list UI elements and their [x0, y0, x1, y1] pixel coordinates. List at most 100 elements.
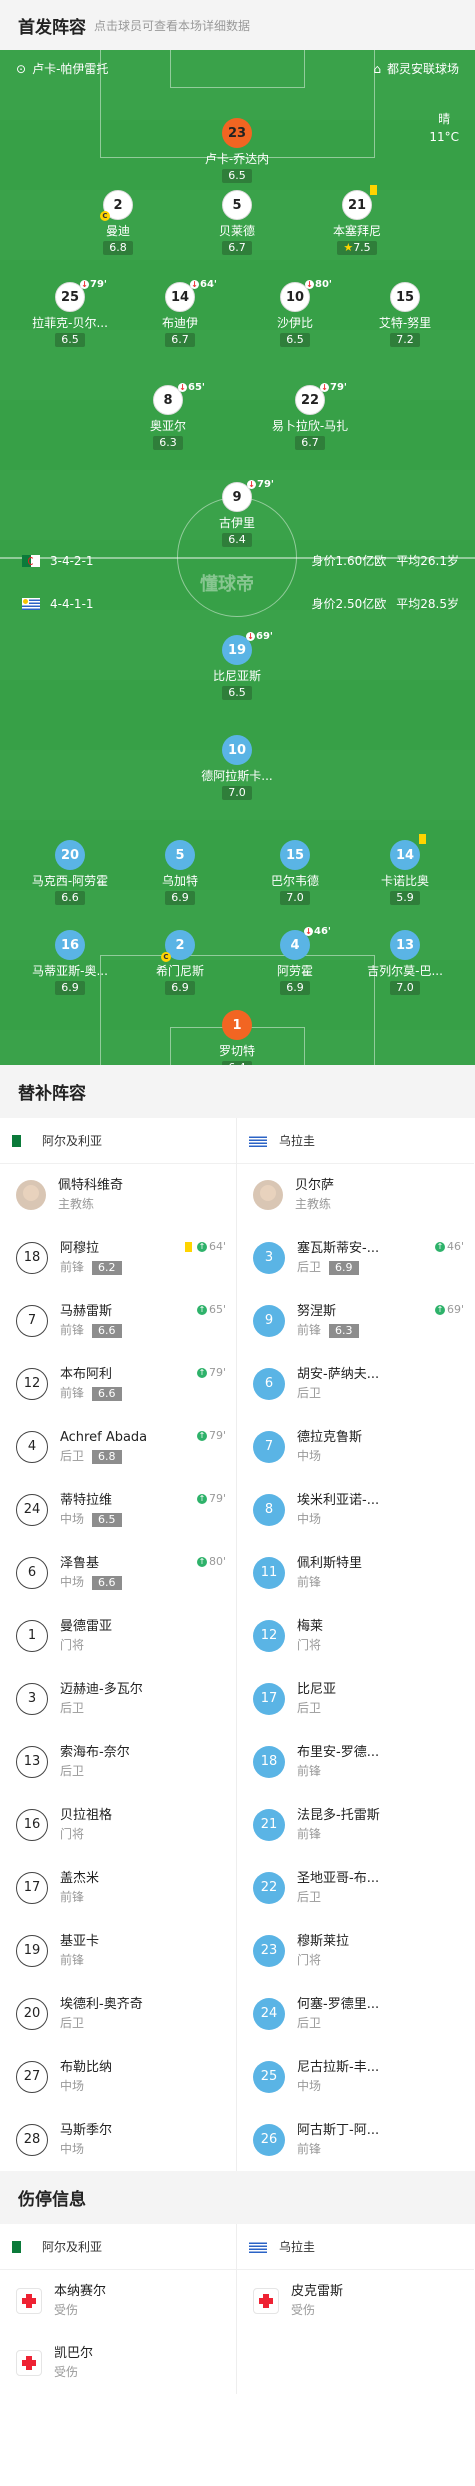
sub-name: 穆斯莱拉	[297, 1933, 350, 1949]
sub-player-row[interactable]: 26 阿古斯丁-阿... 前锋	[237, 2108, 474, 2171]
sub-player-row[interactable]: 6 泽鲁基 中场 6.6 ↑ 80'	[0, 1541, 236, 1604]
player-home[interactable]: 14 ↓ 64' 布迪伊 6.7	[135, 279, 225, 347]
sub-player-row[interactable]: 23 穆斯莱拉 门将	[237, 1919, 474, 1982]
sub-name: 何塞-罗德里...	[297, 1996, 380, 2012]
sub-player-row[interactable]: 21 法昆多-托雷斯 前锋	[237, 1793, 474, 1856]
player-away[interactable]: 14 卡诺比奥 5.9	[360, 834, 450, 905]
away-coach[interactable]: 贝尔萨 主教练	[237, 1164, 474, 1226]
sub-player-row[interactable]: 25 尼古拉斯-丰... 中场	[237, 2045, 474, 2108]
sub-position: 后卫	[297, 1699, 336, 1717]
player-home[interactable]: 21 本塞拜尼 ★7.5	[312, 185, 402, 255]
sub-player-row[interactable]: 18 阿穆拉 前锋 6.2 ↑ 64'	[0, 1226, 236, 1289]
sub-player-row[interactable]: 3 塞瓦斯蒂安-... 后卫 6.9 ↑ 46'	[237, 1226, 474, 1289]
sub-player-row[interactable]: 22 圣地亚哥-布... 后卫	[237, 1856, 474, 1919]
sub-player-row[interactable]: 4 Achref Abada 后卫 6.8 ↑ 79'	[0, 1415, 236, 1478]
position-text: 后卫	[297, 1889, 322, 1904]
sub-player-row[interactable]: 18 布里安-罗德... 前锋	[237, 1730, 474, 1793]
player-rating: 5.9	[390, 891, 420, 905]
player-home[interactable]: 2 C 曼迪 6.8	[73, 190, 163, 255]
player-name: 古伊里	[218, 516, 255, 530]
player-away[interactable]: 15 巴尔韦德 7.0	[250, 840, 340, 905]
player-home[interactable]: 8 ↓ 65' 奥亚尔 6.3	[123, 382, 213, 450]
sub-player-row[interactable]: 28 马斯季尔 中场	[0, 2108, 236, 2171]
sub-player-row[interactable]: 24 蒂特拉维 中场 6.5 ↑ 79'	[0, 1478, 236, 1541]
sub-minute: 64'	[200, 279, 217, 290]
sub-player-row[interactable]: 7 德拉克鲁斯 中场	[237, 1415, 474, 1478]
sub-position: 后卫	[60, 2014, 143, 2032]
player-away[interactable]: 2 C 希门尼斯 6.9	[135, 930, 225, 995]
player-number-text: 2	[175, 937, 185, 953]
rating-value: 6.7	[228, 241, 246, 254]
player-away[interactable]: 10 德阿拉斯卡... 7.0	[192, 735, 282, 800]
sub-minute: 79'	[257, 479, 274, 490]
player-rating: 7.0	[390, 981, 420, 995]
player-name: 吉列尔莫-巴...	[367, 964, 443, 978]
sub-player-row[interactable]: 7 马赫雷斯 前锋 6.6 ↑ 65'	[0, 1289, 236, 1352]
sub-player-row[interactable]: 20 埃德利-奥齐奇 后卫	[0, 1982, 236, 2045]
player-home[interactable]: 25 ↓ 79' 拉菲克-贝尔... 6.5	[25, 279, 115, 347]
player-away[interactable]: 4 ↓ 46' 阿劳霍 6.9	[250, 926, 340, 995]
player-number-text: 21	[347, 197, 367, 213]
home-avg-age: 平均26.1岁	[396, 554, 459, 568]
player-number-text: 22	[300, 392, 320, 408]
sub-out-event: ↓ 79'	[320, 382, 347, 393]
sub-player-row[interactable]: 8 埃米利亚诺-... 中场	[237, 1478, 474, 1541]
rating-value: 6.3	[159, 436, 177, 449]
player-home[interactable]: 5 贝莱德 6.7	[192, 190, 282, 255]
player-home[interactable]: 22 ↓ 79' 易卜拉欣-马扎 6.7	[265, 382, 355, 450]
sub-player-row[interactable]: 16 贝拉祖格 门将	[0, 1793, 236, 1856]
player-home[interactable]: 9 ↓ 79' 古伊里 6.4	[192, 479, 282, 547]
player-home[interactable]: 15 艾特-努里 7.2	[360, 282, 450, 347]
sub-player-row[interactable]: 17 比尼亚 后卫	[237, 1667, 474, 1730]
player-number: 4	[16, 1430, 48, 1463]
sub-name: 努涅斯	[297, 1303, 337, 1319]
sub-player-row[interactable]: 1 曼德雷亚 门将	[0, 1604, 236, 1667]
sub-in-icon: ↑	[434, 1241, 445, 1252]
player-away[interactable]: 19 ↓ 69' 比尼亚斯 6.5	[192, 631, 282, 700]
player-home[interactable]: 10 ↓ 80' 沙伊比 6.5	[250, 279, 340, 347]
player-away[interactable]: 20 马克西-阿劳霍 6.6	[25, 840, 115, 905]
rating-value: 6.5	[286, 333, 304, 346]
player-number: 1	[16, 1619, 48, 1652]
player-number-text: 15	[395, 289, 415, 305]
player-rating: 6.9	[55, 981, 85, 995]
player-away[interactable]: 16 马蒂亚斯-奥... 6.9	[25, 930, 115, 995]
player-number: 17	[16, 1871, 48, 1904]
sub-player-row[interactable]: 27 布勒比纳 中场	[0, 2045, 236, 2108]
player-number: 26	[253, 2123, 285, 2156]
away-value: 身价2.50亿欧	[311, 597, 387, 611]
player-home[interactable]: 23 卢卡-乔达内 6.5	[192, 118, 282, 183]
sub-position: 中场 6.5	[60, 1510, 122, 1528]
sub-player-row[interactable]: 12 本布阿利 前锋 6.6 ↑ 79'	[0, 1352, 236, 1415]
injury-away-team-name: 乌拉圭	[279, 2240, 316, 2254]
sub-player-row[interactable]: 17 盖杰米 前锋	[0, 1856, 236, 1919]
sub-position: 后卫	[297, 1384, 379, 1402]
player-number: 22 ↓ 79'	[295, 382, 347, 415]
sub-player-row[interactable]: 19 基亚卡 前锋	[0, 1919, 236, 1982]
sub-name: 泽鲁基	[60, 1555, 100, 1571]
sub-position: 门将	[297, 1636, 323, 1654]
sub-name: 索海布-奈尔	[60, 1744, 130, 1760]
injury-row[interactable]: 皮克雷斯 受伤	[237, 2270, 474, 2332]
injury-row[interactable]: 凯巴尔 受伤	[0, 2332, 236, 2394]
player-away[interactable]: 5 乌加特 6.9	[135, 840, 225, 905]
player-number: 14	[390, 834, 426, 870]
sub-player-row[interactable]: 11 佩利斯特里 前锋	[237, 1541, 474, 1604]
sub-player-row[interactable]: 13 索海布-奈尔 后卫	[0, 1730, 236, 1793]
player-number: 6	[16, 1556, 48, 1589]
sub-player-row[interactable]: 6 胡安-萨纳夫... 后卫	[237, 1352, 474, 1415]
sub-player-row[interactable]: 3 迈赫迪-多瓦尔 后卫	[0, 1667, 236, 1730]
player-away[interactable]: 1罗切特6.4	[192, 1010, 282, 1065]
player-number: 12	[253, 1619, 285, 1652]
home-coach[interactable]: 佩特科维奇 主教练	[0, 1164, 236, 1226]
sub-player-row[interactable]: 12 梅莱 门将	[237, 1604, 474, 1667]
injury-row[interactable]: 本纳赛尔 受伤	[0, 2270, 236, 2332]
sub-out-icon: ↓	[305, 280, 314, 289]
sub-player-row[interactable]: 24 何塞-罗德里... 后卫	[237, 1982, 474, 2045]
sub-out-icon: ↓	[304, 927, 313, 936]
sub-player-row[interactable]: 9 努涅斯 前锋 6.3 ↑ 69'	[237, 1289, 474, 1352]
yellow-card-icon	[419, 834, 426, 844]
player-rating: 7.0	[280, 891, 310, 905]
player-away[interactable]: 13 吉列尔莫-巴... 7.0	[360, 930, 450, 995]
position-text: 前锋	[297, 1763, 322, 1778]
